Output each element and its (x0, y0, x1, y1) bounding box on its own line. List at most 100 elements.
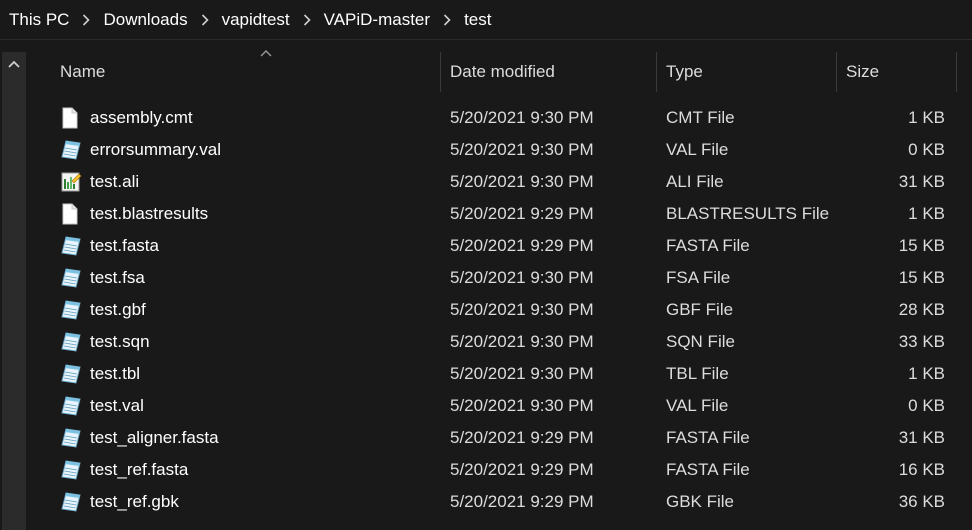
text-file-icon (60, 235, 81, 257)
file-date-modified: 5/20/2021 9:29 PM (450, 460, 594, 479)
column-header-date[interactable]: Date modified (440, 52, 656, 92)
file-date-modified: 5/20/2021 9:30 PM (450, 268, 594, 287)
scrollbar-track[interactable] (2, 76, 26, 530)
file-size: 31 KB (898, 172, 945, 191)
file-date-modified: 5/20/2021 9:29 PM (450, 428, 594, 447)
file-size: 36 KB (898, 492, 945, 511)
ali-file-icon (60, 171, 82, 193)
breadcrumb-vapidtest[interactable]: vapidtest (219, 10, 293, 30)
text-file-icon (60, 363, 81, 385)
file-date-modified: 5/20/2021 9:30 PM (450, 364, 594, 383)
chevron-right-icon[interactable] (293, 13, 321, 26)
text-file-icon (60, 267, 81, 289)
text-file-icon (60, 459, 81, 481)
file-name[interactable]: errorsummary.val (90, 134, 221, 166)
file-row[interactable]: test.fsa 5/20/2021 9:30 PM FSA File 15 KB (28, 262, 972, 294)
file-name[interactable]: assembly.cmt (90, 102, 193, 134)
breadcrumb-vapid-master[interactable]: VAPiD-master (321, 10, 433, 30)
file-row[interactable]: errorsummary.val 5/20/2021 9:30 PM VAL Fil… (28, 134, 972, 166)
file-date-modified: 5/20/2021 9:30 PM (450, 140, 594, 159)
file-row[interactable]: test.blastresults 5/20/2021 9:29 PM BLASTR… (28, 198, 972, 230)
file-size: 1 KB (908, 108, 945, 127)
blank-file-icon (60, 107, 80, 129)
column-header-size-label: Size (846, 62, 880, 81)
file-name[interactable]: test.val (90, 390, 144, 422)
file-type: ALI File (666, 172, 724, 191)
column-header-type[interactable]: Type (656, 52, 836, 92)
file-type: CMT File (666, 108, 735, 127)
file-name[interactable]: test_aligner.fasta (90, 422, 219, 454)
text-file-icon (60, 427, 81, 449)
file-type: SQN File (666, 332, 735, 351)
file-row[interactable]: test.ali 5/20/2021 9:30 PM ALI File 31 KB (28, 166, 972, 198)
file-type: VAL File (666, 140, 729, 159)
file-size: 16 KB (898, 460, 945, 479)
file-type: FASTA File (666, 460, 750, 479)
file-date-modified: 5/20/2021 9:30 PM (450, 172, 594, 191)
file-size: 0 KB (908, 140, 945, 159)
file-row[interactable]: test.gbf 5/20/2021 9:30 PM GBF File 28 KB (28, 294, 972, 326)
file-row[interactable]: assembly.cmt 5/20/2021 9:30 PM CMT File 1 K… (28, 102, 972, 134)
column-header-type-label: Type (666, 62, 703, 81)
vertical-scrollbar[interactable] (0, 52, 28, 530)
file-name[interactable]: test.tbl (90, 358, 140, 390)
file-date-modified: 5/20/2021 9:30 PM (450, 396, 594, 415)
file-name[interactable]: test.ali (90, 166, 139, 198)
file-row[interactable]: test.tbl 5/20/2021 9:30 PM TBL File 1 KB (28, 358, 972, 390)
file-name[interactable]: test.fsa (90, 262, 145, 294)
sort-ascending-icon (260, 50, 272, 57)
file-type: VAL File (666, 396, 729, 415)
file-type: BLASTRESULTS File (666, 204, 830, 223)
file-date-modified: 5/20/2021 9:29 PM (450, 204, 594, 223)
column-header-date-label: Date modified (450, 62, 555, 81)
column-divider[interactable] (956, 52, 957, 92)
text-file-icon (60, 395, 81, 417)
chevron-right-icon[interactable] (191, 13, 219, 26)
breadcrumb-downloads[interactable]: Downloads (100, 10, 190, 30)
chevron-right-icon[interactable] (433, 13, 461, 26)
file-size: 15 KB (898, 268, 945, 287)
breadcrumb-this-pc[interactable]: This PC (6, 10, 72, 30)
file-size: 15 KB (898, 236, 945, 255)
chevron-up-icon (8, 60, 20, 68)
file-name[interactable]: test.sqn (90, 326, 150, 358)
file-row[interactable]: test_ref.gbk 5/20/2021 9:29 PM GBK File 36 … (28, 486, 972, 518)
file-size: 33 KB (898, 332, 945, 351)
breadcrumb: This PC Downloads vapidtest VAPiD-master… (0, 0, 972, 40)
chevron-right-icon[interactable] (72, 13, 100, 26)
file-type: FASTA File (666, 428, 750, 447)
breadcrumb-test[interactable]: test (461, 10, 494, 30)
file-row[interactable]: test_ref.fasta 5/20/2021 9:29 PM FASTA Fil… (28, 454, 972, 486)
file-date-modified: 5/20/2021 9:29 PM (450, 236, 594, 255)
text-file-icon (60, 139, 81, 161)
file-date-modified: 5/20/2021 9:30 PM (450, 332, 594, 351)
file-row[interactable]: test.val 5/20/2021 9:30 PM VAL File 0 KB (28, 390, 972, 422)
column-header-row: Name Date modified Type Size (28, 50, 972, 92)
file-date-modified: 5/20/2021 9:30 PM (450, 300, 594, 319)
file-explorer-window: This PC Downloads vapidtest VAPiD-master… (0, 0, 972, 530)
file-row[interactable]: test.sqn 5/20/2021 9:30 PM SQN File 33 KB (28, 326, 972, 358)
scroll-up-button[interactable] (2, 52, 26, 76)
file-type: FSA File (666, 268, 731, 287)
file-name[interactable]: test.blastresults (90, 198, 208, 230)
file-size: 1 KB (908, 204, 945, 223)
text-file-icon (60, 331, 81, 353)
file-type: TBL File (666, 364, 729, 383)
file-row[interactable]: test.fasta 5/20/2021 9:29 PM FASTA File 15 … (28, 230, 972, 262)
column-header-size[interactable]: Size (836, 52, 956, 92)
file-type: GBK File (666, 492, 735, 511)
file-size: 0 KB (908, 396, 945, 415)
file-name[interactable]: test_ref.fasta (90, 454, 188, 486)
file-size: 31 KB (898, 428, 945, 447)
blank-file-icon (60, 203, 80, 225)
file-row[interactable]: test_aligner.fasta 5/20/2021 9:29 PM FASTA… (28, 422, 972, 454)
column-header-name[interactable]: Name (50, 50, 440, 92)
column-header-name-label: Name (60, 62, 106, 81)
file-name[interactable]: test_ref.gbk (90, 486, 179, 518)
file-name[interactable]: test.gbf (90, 294, 146, 326)
file-type: GBF File (666, 300, 734, 319)
file-date-modified: 5/20/2021 9:29 PM (450, 492, 594, 511)
file-date-modified: 5/20/2021 9:30 PM (450, 108, 594, 127)
file-type: FASTA File (666, 236, 750, 255)
file-name[interactable]: test.fasta (90, 230, 159, 262)
